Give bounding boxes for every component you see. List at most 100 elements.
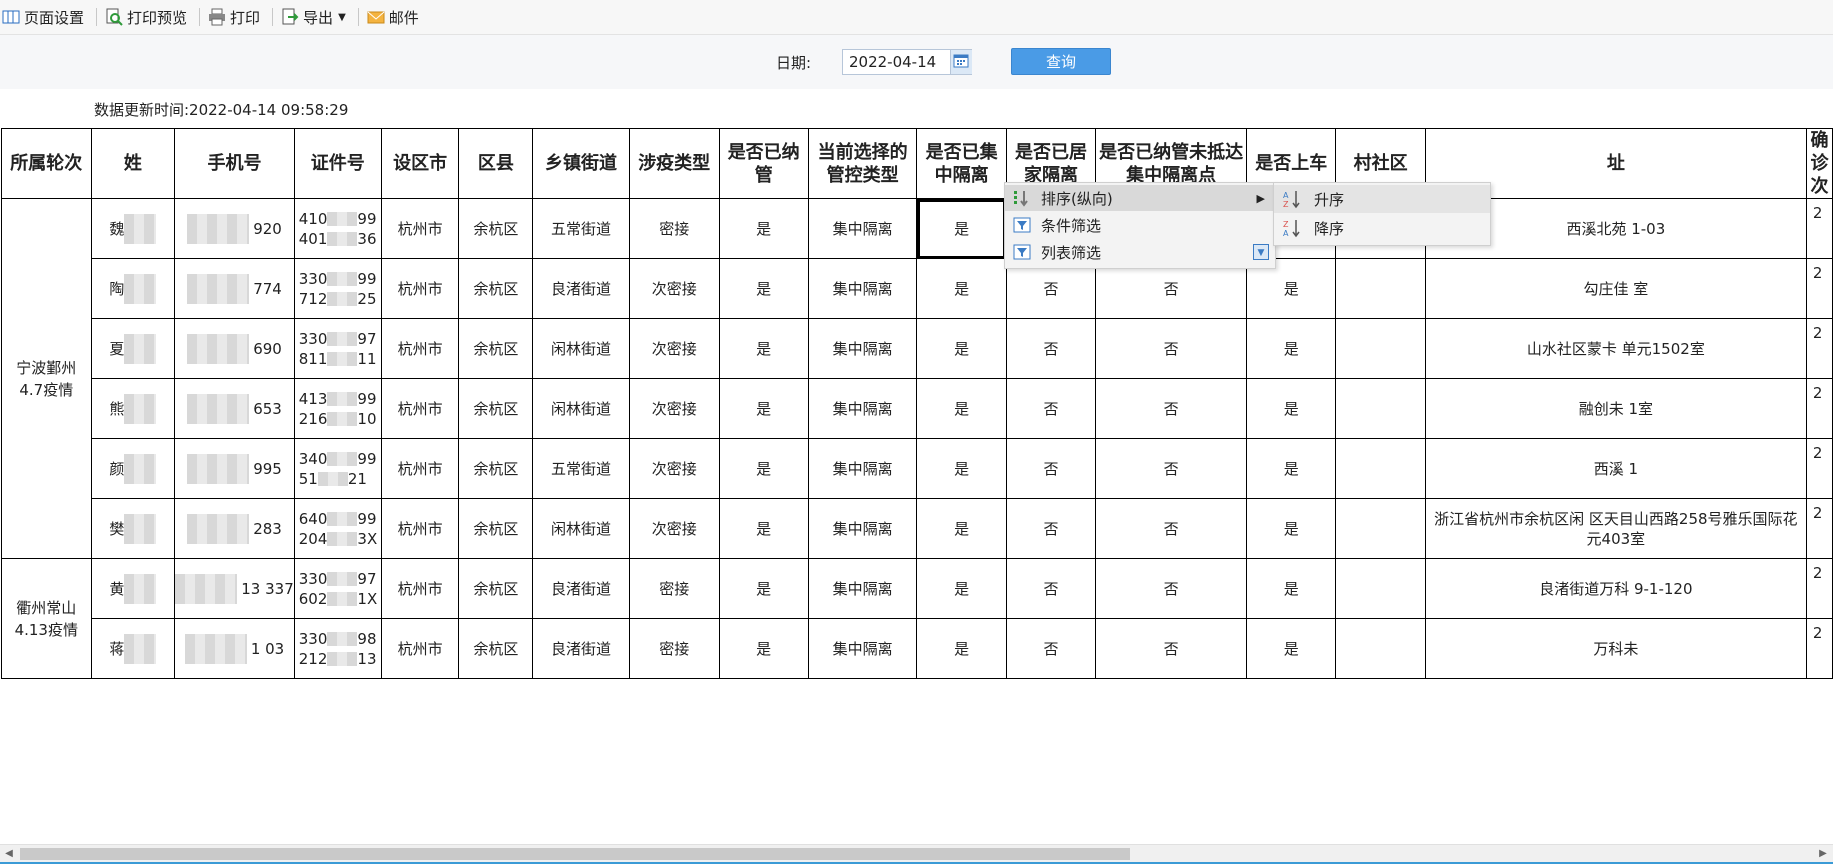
cell-managed[interactable]: 是 <box>718 198 809 259</box>
cell-confirm[interactable]: 2 <box>1805 438 1833 499</box>
cell-city[interactable]: 杭州市 <box>380 198 460 259</box>
cell-confirm[interactable]: 2 <box>1805 198 1833 259</box>
expand-icon[interactable]: ▼ <box>1253 244 1269 260</box>
cell-home[interactable]: 否 <box>1005 498 1097 559</box>
cell-name[interactable]: 陶 <box>90 258 176 319</box>
cell-phone[interactable]: 283 <box>174 498 295 559</box>
cell-managed[interactable]: 是 <box>718 378 809 439</box>
cell-name[interactable]: 黄 <box>90 558 176 619</box>
cell-type[interactable]: 密接 <box>628 618 720 679</box>
cell-phone[interactable]: 920 <box>174 198 295 259</box>
cell-street[interactable]: 良渚街道 <box>532 558 630 619</box>
cell-id[interactable]: 330 98 212 13 <box>293 618 382 679</box>
scrollbar-thumb[interactable] <box>20 848 1130 860</box>
cell-managed[interactable]: 是 <box>718 438 809 499</box>
mail-button[interactable]: 邮件 <box>365 0 425 34</box>
header-name[interactable]: 姓 <box>90 128 176 199</box>
cell-on-bus[interactable]: 是 <box>1246 438 1337 499</box>
cell-district[interactable]: 余杭区 <box>458 198 534 259</box>
group-cell[interactable]: 衢州常山4.13疫情 <box>1 558 92 679</box>
cell-id[interactable]: 413 99 216 10 <box>293 378 382 439</box>
cell-on-bus[interactable]: 是 <box>1246 498 1337 559</box>
cell-confirm[interactable]: 2 <box>1805 558 1833 619</box>
cell-confirm[interactable]: 2 <box>1805 378 1833 439</box>
cell-community[interactable] <box>1335 618 1426 679</box>
cell-district[interactable]: 余杭区 <box>458 618 534 679</box>
cell-type[interactable]: 次密接 <box>628 438 720 499</box>
cell-id[interactable]: 330 97 602 1X <box>293 558 382 619</box>
cell-managed[interactable]: 是 <box>718 618 809 679</box>
cell-phone[interactable]: 995 <box>174 438 295 499</box>
cell-home[interactable]: 否 <box>1005 438 1097 499</box>
cell-confirm[interactable]: 2 <box>1805 318 1833 379</box>
cell-community[interactable] <box>1335 558 1426 619</box>
cell-district[interactable]: 余杭区 <box>458 438 534 499</box>
cell-city[interactable]: 杭州市 <box>380 618 460 679</box>
cell-community[interactable] <box>1335 318 1426 379</box>
cell-community[interactable] <box>1335 258 1426 319</box>
menu-item-sort[interactable]: 排序(纵向) ▶ <box>1005 185 1275 211</box>
cell-control[interactable]: 集中隔离 <box>807 498 918 559</box>
query-button[interactable]: 查询 <box>1011 48 1111 75</box>
cell-address[interactable]: 融创未 1室 <box>1424 378 1807 439</box>
cell-not-arrived[interactable]: 否 <box>1095 378 1248 439</box>
cell-street[interactable]: 良渚街道 <box>532 258 630 319</box>
cell-name[interactable]: 樊 <box>90 498 176 559</box>
menu-item-condition-filter[interactable]: 条件筛选 <box>1005 212 1275 238</box>
cell-id[interactable]: 640 99 204 3X <box>293 498 382 559</box>
print-preview-button[interactable]: 打印预览 <box>103 0 193 34</box>
cell-home[interactable]: 否 <box>1005 558 1097 619</box>
header-round[interactable]: 所属轮次 <box>1 128 92 199</box>
header-managed[interactable]: 是否已纳管 <box>718 128 809 199</box>
header-id[interactable]: 证件号 <box>293 128 382 199</box>
cell-district[interactable]: 余杭区 <box>458 498 534 559</box>
sort-ascending[interactable]: AZ 升序 <box>1274 185 1490 213</box>
cell-id[interactable]: 330 97 811 11 <box>293 318 382 379</box>
cell-phone[interactable]: 653 <box>174 378 295 439</box>
cell-city[interactable]: 杭州市 <box>380 498 460 559</box>
cell-control[interactable]: 集中隔离 <box>807 258 918 319</box>
cell-control[interactable]: 集中隔离 <box>807 378 918 439</box>
cell-confirm[interactable]: 2 <box>1805 618 1833 679</box>
header-control[interactable]: 当前选择的管控类型 <box>807 128 918 199</box>
header-phone[interactable]: 手机号 <box>174 128 295 199</box>
cell-control[interactable]: 集中隔离 <box>807 198 918 259</box>
cell-home[interactable]: 否 <box>1005 378 1097 439</box>
cell-on-bus[interactable]: 是 <box>1246 378 1337 439</box>
cell-on-bus[interactable]: 是 <box>1246 618 1337 679</box>
cell-city[interactable]: 杭州市 <box>380 318 460 379</box>
print-button[interactable]: 打印 <box>206 0 266 34</box>
cell-community[interactable] <box>1335 498 1426 559</box>
header-type[interactable]: 涉疫类型 <box>628 128 720 199</box>
cell-district[interactable]: 余杭区 <box>458 318 534 379</box>
cell-street[interactable]: 闲林街道 <box>532 318 630 379</box>
scroll-right-icon[interactable]: ▶ <box>1816 847 1830 861</box>
cell-street[interactable]: 五常街道 <box>532 198 630 259</box>
cell-phone[interactable]: 13 337 <box>174 558 295 619</box>
cell-community[interactable] <box>1335 378 1426 439</box>
cell-not-arrived[interactable]: 否 <box>1095 498 1248 559</box>
calendar-icon[interactable] <box>950 50 972 74</box>
sort-descending[interactable]: ZA 降序 <box>1274 214 1490 242</box>
cell-type[interactable]: 次密接 <box>628 258 720 319</box>
cell-not-arrived[interactable]: 否 <box>1095 618 1248 679</box>
cell-name[interactable]: 魏 <box>90 198 176 259</box>
cell-not-arrived[interactable]: 否 <box>1095 558 1248 619</box>
cell-managed[interactable]: 是 <box>718 318 809 379</box>
cell-id[interactable]: 330 99 712 25 <box>293 258 382 319</box>
cell-name[interactable]: 夏 <box>90 318 176 379</box>
cell-managed[interactable]: 是 <box>718 498 809 559</box>
cell-on-bus[interactable]: 是 <box>1246 558 1337 619</box>
header-street[interactable]: 乡镇街道 <box>532 128 630 199</box>
header-city[interactable]: 设区市 <box>380 128 460 199</box>
cell-city[interactable]: 杭州市 <box>380 258 460 319</box>
cell-name[interactable]: 熊 <box>90 378 176 439</box>
cell-id[interactable]: 410 99 401 36 <box>293 198 382 259</box>
menu-item-list-filter[interactable]: 列表筛选 ▼ <box>1005 239 1275 265</box>
cell-district[interactable]: 余杭区 <box>458 378 534 439</box>
cell-phone[interactable]: 774 <box>174 258 295 319</box>
cell-on-bus[interactable]: 是 <box>1246 318 1337 379</box>
cell-not-arrived[interactable]: 否 <box>1095 318 1248 379</box>
cell-address[interactable]: 西溪 1 <box>1424 438 1807 499</box>
cell-id[interactable]: 340 99 51 21 <box>293 438 382 499</box>
